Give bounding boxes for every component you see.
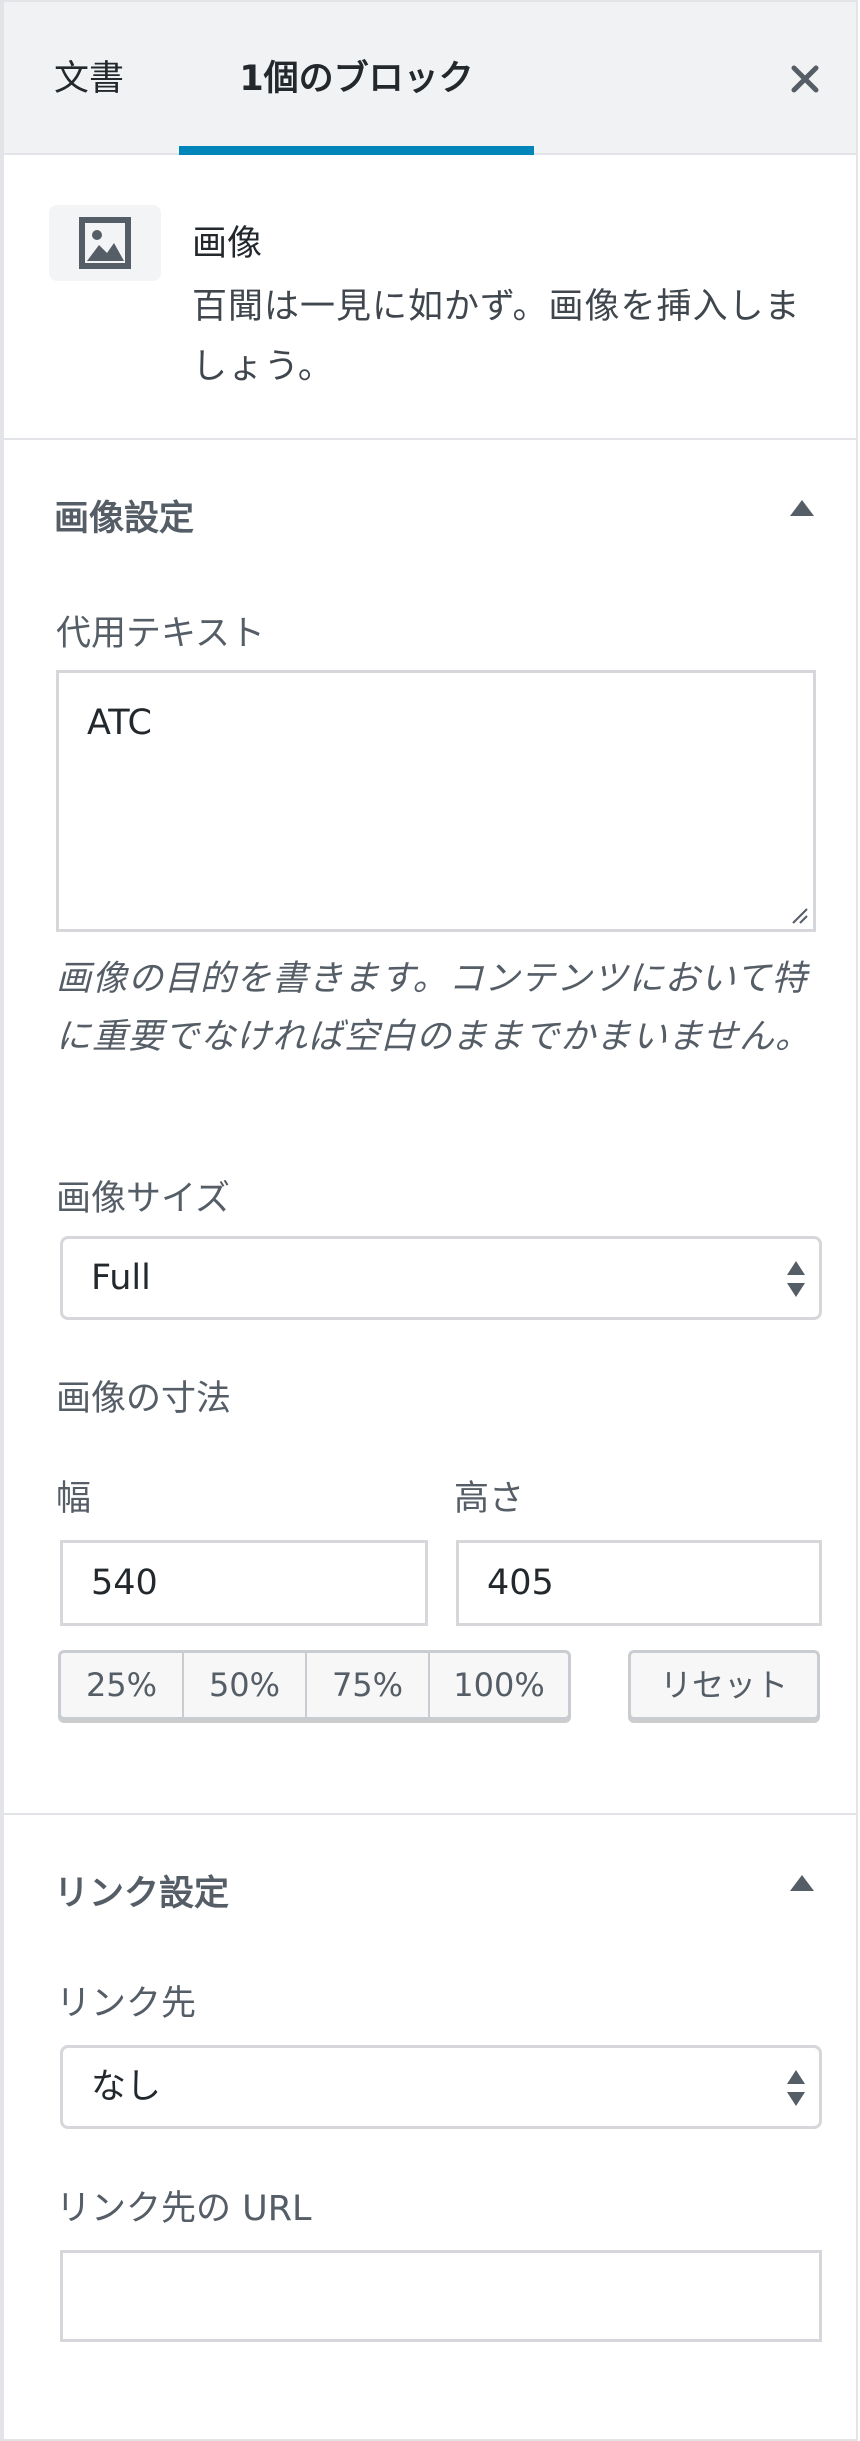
close-button[interactable]: [780, 54, 830, 104]
alt-text-input[interactable]: ATC: [56, 670, 816, 932]
select-arrows-icon: [787, 1261, 805, 1297]
scale-75-button[interactable]: 75%: [307, 1653, 430, 1717]
reset-button[interactable]: リセット: [628, 1650, 820, 1720]
alt-text-label: 代用テキスト: [56, 614, 265, 654]
image-icon: [79, 217, 131, 269]
image-size-value: Full: [91, 1258, 151, 1298]
resize-handle-icon[interactable]: [787, 903, 809, 925]
image-settings-toggle[interactable]: 画像設定: [54, 490, 194, 541]
link-settings-panel: リンク設定 リンク先 なし リンク先の URL: [4, 1815, 856, 2441]
block-description: 百聞は一見に如かず。画像を挿入しましょう。: [192, 287, 801, 387]
chevron-up-icon[interactable]: [788, 1871, 816, 1895]
alt-text-help: 画像の目的を書きます。コンテンツにおいて特に重要でなければ空白のままでかまいませ…: [56, 959, 811, 1057]
chevron-up-icon[interactable]: [788, 496, 816, 520]
link-url-label: リンク先の URL: [56, 2189, 312, 2229]
alt-text-value: ATC: [87, 703, 152, 743]
select-arrows-icon: [787, 2070, 805, 2106]
active-tab-indicator: [179, 146, 534, 155]
sidebar-tabs: 文書 1個のブロック: [4, 0, 856, 155]
scale-button-group: 25% 50% 75% 100%: [58, 1650, 571, 1720]
link-url-input[interactable]: [60, 2250, 822, 2342]
image-dimensions-label: 画像の寸法: [56, 1379, 232, 1419]
block-icon-container: [49, 205, 161, 281]
scale-50-button[interactable]: 50%: [184, 1653, 307, 1717]
link-settings-toggle[interactable]: リンク設定: [54, 1865, 229, 1916]
scale-100-button[interactable]: 100%: [430, 1653, 568, 1717]
block-card: 画像 百聞は一見に如かず。画像を挿入しましょう。: [4, 155, 856, 440]
scale-25-button[interactable]: 25%: [61, 1653, 184, 1717]
link-to-select[interactable]: なし: [60, 2045, 822, 2129]
height-label: 高さ: [454, 1479, 525, 1519]
image-settings-panel: 画像設定 代用テキスト ATC 画像の目的を書きます。コンテンツにおいて特に重要…: [4, 440, 856, 1815]
width-label: 幅: [56, 1479, 92, 1519]
link-to-label: リンク先: [56, 1984, 197, 2024]
tab-document[interactable]: 文書: [54, 2, 124, 155]
tab-block[interactable]: 1個のブロック: [179, 2, 534, 155]
height-input[interactable]: 405: [456, 1540, 822, 1626]
block-title: 画像: [192, 224, 263, 264]
close-icon: [791, 65, 819, 93]
image-size-label: 画像サイズ: [56, 1179, 230, 1219]
image-size-select[interactable]: Full: [60, 1236, 822, 1320]
width-input[interactable]: 540: [60, 1540, 428, 1626]
link-to-value: なし: [91, 2067, 162, 2107]
